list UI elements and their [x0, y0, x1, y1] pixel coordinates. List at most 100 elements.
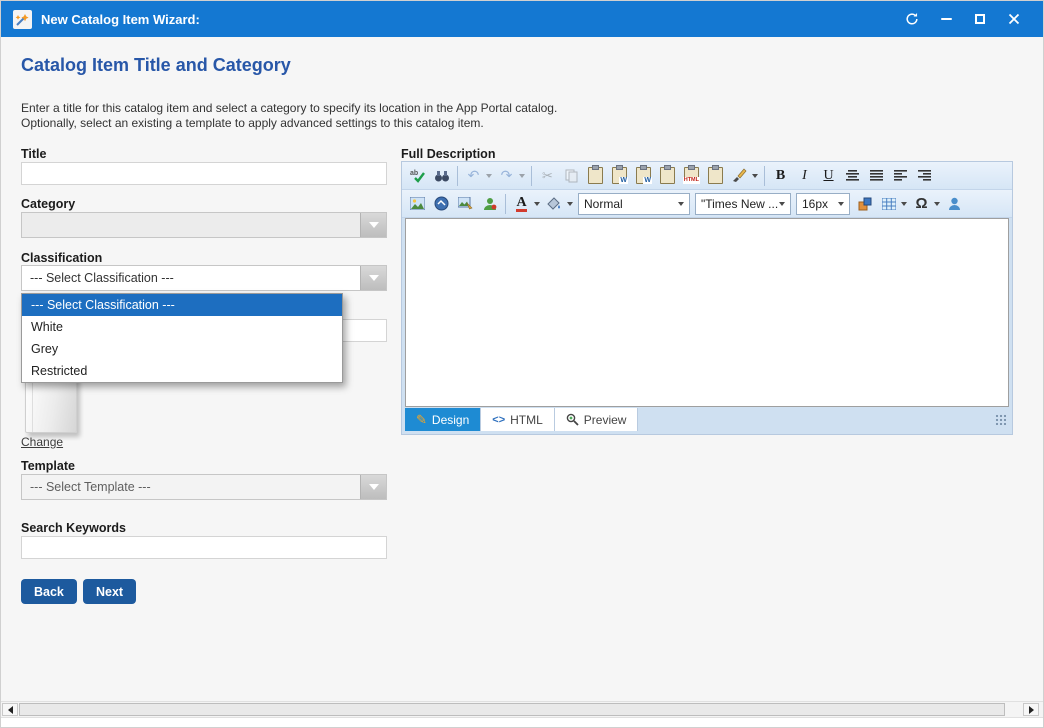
classification-option[interactable]: Restricted [22, 360, 342, 382]
image-icon [410, 197, 425, 210]
classification-option[interactable]: --- Select Classification --- [22, 294, 342, 316]
insert-table-button[interactable] [877, 193, 900, 215]
search-keywords-input[interactable] [21, 536, 387, 559]
redo-menu-caret[interactable] [519, 174, 525, 178]
horizontal-scrollbar[interactable] [1, 701, 1044, 718]
rich-text-editor: ab ↶ ↷ ✂ W W HTML B I [401, 161, 1013, 435]
pencil-icon: ✎ [416, 412, 427, 428]
redo-button[interactable]: ↷ [495, 165, 518, 187]
css-class-icon [858, 197, 872, 211]
paragraph-style-select[interactable]: Normal [578, 193, 690, 215]
classification-option[interactable]: Grey [22, 338, 342, 360]
maximize-button[interactable] [963, 4, 997, 34]
undo-menu-caret[interactable] [486, 174, 492, 178]
editor-toolbar-row-2: A Normal "Times New ... 16px Ω [402, 190, 1012, 218]
toolbar-separator [505, 194, 506, 214]
classification-dropdown-button[interactable] [360, 266, 386, 290]
find-replace-button[interactable] [430, 165, 453, 187]
image-manager-button[interactable] [406, 193, 429, 215]
align-right-button[interactable] [913, 165, 936, 187]
font-size-value: 16px [802, 197, 828, 211]
classification-option-list: --- Select Classification --- White Grey… [21, 293, 343, 383]
window-controls [895, 4, 1031, 34]
snippet-person-icon [948, 197, 961, 211]
tab-html-label: HTML [510, 413, 543, 427]
underline-button[interactable]: U [817, 165, 840, 187]
undo-button[interactable]: ↶ [462, 165, 485, 187]
binoculars-icon [434, 169, 450, 183]
template-label: Template [21, 459, 75, 473]
paragraph-style-value: Normal [584, 197, 623, 211]
media-manager-button[interactable] [454, 193, 477, 215]
justify-icon [870, 170, 883, 181]
cut-button[interactable]: ✂ [536, 165, 559, 187]
change-image-link[interactable]: Change [21, 435, 63, 449]
foreground-color-button[interactable]: A [510, 193, 533, 215]
classification-dropdown[interactable]: --- Select Classification --- [21, 265, 387, 291]
font-size-select[interactable]: 16px [796, 193, 850, 215]
classification-option[interactable]: White [22, 316, 342, 338]
scroll-left-button[interactable] [2, 703, 18, 716]
editor-toolbar-row-1: ab ↶ ↷ ✂ W W HTML B I [402, 162, 1012, 190]
chevron-down-icon [369, 275, 379, 281]
tab-html[interactable]: <> HTML [481, 408, 555, 431]
category-dropdown[interactable] [21, 212, 387, 238]
brush-icon [732, 168, 747, 183]
italic-icon: I [802, 168, 807, 184]
paste-plain-text-icon [660, 167, 675, 184]
toolbar-separator [764, 166, 765, 186]
tab-preview[interactable]: Preview [555, 408, 639, 431]
copy-button[interactable] [560, 165, 583, 187]
font-name-value: "Times New ... [701, 197, 778, 211]
paste-from-word-strip-font-button[interactable]: W [632, 165, 655, 187]
align-center-button[interactable] [841, 165, 864, 187]
scrollbar-thumb[interactable] [19, 703, 1005, 716]
css-class-button[interactable] [853, 193, 876, 215]
tab-design[interactable]: ✎ Design [405, 408, 481, 431]
background-color-button[interactable] [543, 193, 566, 215]
paste-as-html-icon: HTML [684, 167, 699, 184]
background-color-caret[interactable] [567, 202, 573, 206]
special-character-caret[interactable] [934, 202, 940, 206]
description-line-1: Enter a title for this catalog item and … [21, 101, 557, 116]
wizard-window: New Catalog Item Wizard: Catalog Item Ti… [0, 0, 1044, 728]
scroll-right-button[interactable] [1023, 703, 1039, 716]
tab-design-label: Design [432, 413, 469, 427]
template-dropdown[interactable]: --- Select Template --- [21, 474, 387, 500]
template-dropdown-button[interactable] [360, 475, 386, 499]
paste-as-html-button[interactable]: HTML [680, 165, 703, 187]
title-input[interactable] [21, 162, 387, 185]
format-stripper-button[interactable] [728, 165, 751, 187]
close-button[interactable] [997, 4, 1031, 34]
bold-button[interactable]: B [769, 165, 792, 187]
editor-content-area[interactable] [405, 218, 1009, 407]
font-name-select[interactable]: "Times New ... [695, 193, 791, 215]
editor-resize-grip[interactable] [995, 414, 1006, 425]
template-manager-button[interactable] [478, 193, 501, 215]
document-manager-button[interactable] [430, 193, 453, 215]
wizard-icon [13, 10, 32, 29]
justify-button[interactable] [865, 165, 888, 187]
format-stripper-caret[interactable] [752, 174, 758, 178]
minimize-icon [941, 18, 952, 20]
italic-button[interactable]: I [793, 165, 816, 187]
back-button[interactable]: Back [21, 579, 77, 604]
paste-plain-text-button[interactable] [656, 165, 679, 187]
insert-snippet-button[interactable] [943, 193, 966, 215]
category-dropdown-button[interactable] [360, 213, 386, 237]
paste-from-word-button[interactable]: W [608, 165, 631, 187]
chevron-down-icon [369, 484, 379, 490]
paste-button[interactable] [584, 165, 607, 187]
insert-table-caret[interactable] [901, 202, 907, 206]
spellcheck-button[interactable]: ab [406, 165, 429, 187]
foreground-color-caret[interactable] [534, 202, 540, 206]
refresh-button[interactable] [895, 4, 929, 34]
next-button[interactable]: Next [83, 579, 136, 604]
redo-icon: ↷ [501, 167, 513, 184]
refresh-icon [905, 12, 919, 26]
special-character-button[interactable]: Ω [910, 193, 933, 215]
align-left-button[interactable] [889, 165, 912, 187]
minimize-button[interactable] [929, 4, 963, 34]
paste-html-button[interactable] [704, 165, 727, 187]
media-icon [458, 197, 473, 210]
